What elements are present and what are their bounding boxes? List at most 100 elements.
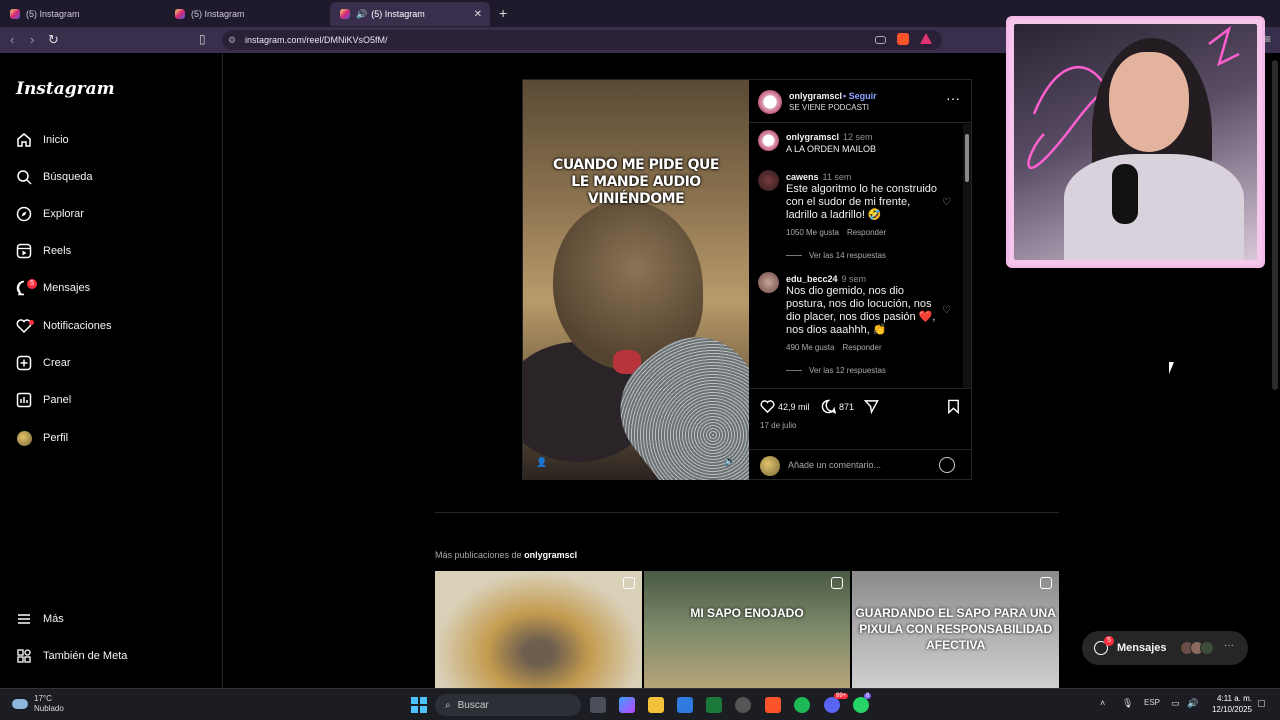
chevron-up-icon[interactable]: ˄	[1100, 698, 1105, 708]
reel-icon	[622, 577, 635, 589]
weather-widget[interactable]: 17°C Nublado	[12, 694, 64, 714]
comment-likes[interactable]: 490 Me gusta	[786, 343, 834, 352]
bookmark-icon[interactable]: ▯	[199, 32, 206, 46]
comment-button[interactable]: 871	[821, 399, 854, 414]
reply-button[interactable]: Responder	[847, 228, 886, 237]
notification-icon[interactable]: ▢	[1257, 698, 1266, 709]
forward-icon[interactable]: ›	[30, 32, 34, 47]
save-button[interactable]	[946, 399, 964, 414]
scrollbar-thumb[interactable]	[965, 134, 969, 182]
address-bar[interactable]: ⚙ instagram.com/reel/DMNiKVsO5fM/	[222, 30, 942, 50]
nav-label: Reels	[43, 245, 72, 257]
author-username[interactable]: onlygramscl	[789, 91, 842, 101]
site-info-icon[interactable]: ⚙	[228, 35, 236, 46]
more-user[interactable]: onlygramscl	[524, 550, 577, 560]
brave-shield-icon[interactable]	[897, 33, 909, 45]
share-button[interactable]	[864, 399, 882, 414]
post-thumbnail[interactable]	[435, 571, 642, 688]
new-tab-button[interactable]: +	[499, 5, 507, 21]
comment-meta: 490 Me gusta Responder	[786, 343, 882, 352]
author-avatar[interactable]	[758, 90, 782, 114]
bookmark-icon	[948, 399, 959, 414]
network-icon[interactable]: ▭	[1171, 698, 1180, 709]
taskbar-search[interactable]: ⌕ Buscar	[435, 694, 581, 716]
microphone-icon[interactable]: 🎙	[1122, 698, 1133, 709]
clock[interactable]: 4:11 a. m. 12/10/2025	[1206, 693, 1252, 715]
reload-icon[interactable]: ↻	[48, 32, 59, 48]
nav-more[interactable]: Más	[16, 607, 64, 631]
home-icon	[16, 132, 32, 148]
back-icon[interactable]: ‹	[10, 32, 14, 47]
tagged-user-icon[interactable]: 👤	[536, 457, 547, 468]
reel-video[interactable]: CUANDO ME PIDE QUE LE MANDE AUDIO VINIÉN…	[523, 80, 749, 480]
comment-user[interactable]: onlygramscl 12 sem	[786, 132, 873, 142]
instagram-favicon-icon	[175, 9, 185, 19]
browser-tab-active[interactable]: 🔊 (5) Instagram ✕	[330, 2, 490, 26]
volume-icon[interactable]: 🔈	[724, 456, 736, 467]
cloud-icon	[12, 699, 28, 709]
task-view-icon[interactable]	[590, 697, 606, 713]
comment-user[interactable]: cawens 11 sem	[786, 172, 851, 182]
nav-label: También de Meta	[43, 650, 128, 662]
comment-user[interactable]: edu_becc24 9 sem	[786, 274, 866, 284]
add-comment-input[interactable]: Añade un comentario...	[788, 460, 881, 470]
browser-tab[interactable]: (5) Instagram	[165, 2, 330, 26]
avatar[interactable]	[758, 272, 779, 293]
instagram-logo[interactable]: Instagram	[16, 79, 115, 99]
speaker-icon[interactable]: 🔊	[356, 9, 367, 20]
terminal-icon[interactable]	[706, 697, 722, 713]
like-comment-icon[interactable]: ♡	[942, 305, 951, 316]
spotify-icon[interactable]	[794, 697, 810, 713]
avatar[interactable]	[758, 130, 779, 151]
start-button[interactable]	[411, 697, 427, 713]
webcam-feed	[1014, 24, 1257, 260]
nav-home[interactable]: Inicio	[16, 128, 69, 152]
nav-explore[interactable]: Explorar	[16, 202, 84, 226]
comments-scrollbar[interactable]	[963, 124, 971, 388]
nav-messages[interactable]: 5 Mensajes	[16, 276, 90, 300]
copilot-icon[interactable]	[619, 697, 635, 713]
language-indicator[interactable]: ESP	[1144, 698, 1160, 707]
post-thumbnail[interactable]: MI SAPO ENOJADO	[643, 571, 851, 688]
whatsapp-icon[interactable]	[853, 697, 869, 713]
discord-icon[interactable]	[824, 697, 840, 713]
nav-profile[interactable]: Perfil	[16, 426, 68, 450]
view-replies[interactable]: Ver las 12 respuestas	[786, 366, 886, 375]
more-icon[interactable]: ···	[1224, 640, 1234, 651]
reply-button[interactable]: Responder	[842, 343, 881, 352]
cast-icon[interactable]	[875, 36, 886, 44]
browser-tab[interactable]: (5) Instagram	[0, 2, 165, 26]
nav-reels[interactable]: Reels	[16, 239, 71, 263]
messages-pill[interactable]: 5 Mensajes ···	[1082, 631, 1248, 665]
comments-list: onlygramscl 12 sem A LA ORDEN MAILOB cawe…	[749, 124, 963, 388]
like-comment-icon[interactable]: ♡	[942, 197, 951, 208]
post-thumbnail[interactable]: GUARDANDO EL SAPO PARA UNA PIXULA CON RE…	[852, 571, 1060, 688]
brave-rewards-icon[interactable]	[920, 33, 932, 44]
settings-icon[interactable]	[735, 697, 751, 713]
nav-notifications[interactable]: Notificaciones	[16, 314, 111, 338]
nav-create[interactable]: Crear	[16, 351, 71, 375]
post-subtitle: SE VIENE PODCASTI	[789, 103, 870, 112]
clock-time: 4:11 a. m.	[1217, 694, 1252, 703]
nav-search[interactable]: Búsqueda	[16, 165, 93, 189]
avatar[interactable]	[758, 170, 779, 191]
nav-dashboard[interactable]: Panel	[16, 388, 71, 412]
heart-icon	[760, 400, 775, 414]
thumbnail-caption: MI SAPO ENOJADO	[690, 606, 804, 620]
reel-post: CUANDO ME PIDE QUE LE MANDE AUDIO VINIÉN…	[522, 79, 972, 480]
comment-likes[interactable]: 1050 Me gusta	[786, 228, 839, 237]
view-replies[interactable]: Ver las 14 respuestas	[786, 251, 886, 260]
close-tab-icon[interactable]: ✕	[474, 9, 482, 20]
emoji-icon[interactable]	[939, 457, 955, 473]
follow-button[interactable]: • Seguir	[843, 91, 877, 101]
volume-icon[interactable]: 🔊	[1187, 698, 1198, 709]
file-explorer-icon[interactable]	[648, 697, 664, 713]
more-options-icon[interactable]: ···	[946, 90, 960, 106]
brave-browser-icon[interactable]	[765, 697, 781, 713]
nav-also-from-meta[interactable]: También de Meta	[16, 644, 127, 668]
menu-icon[interactable]: ≡	[1264, 32, 1271, 46]
store-icon[interactable]	[677, 697, 693, 713]
like-button[interactable]: 42,9 mil	[760, 399, 810, 414]
page-scrollbar[interactable]	[1272, 60, 1278, 390]
avatar	[760, 456, 780, 476]
